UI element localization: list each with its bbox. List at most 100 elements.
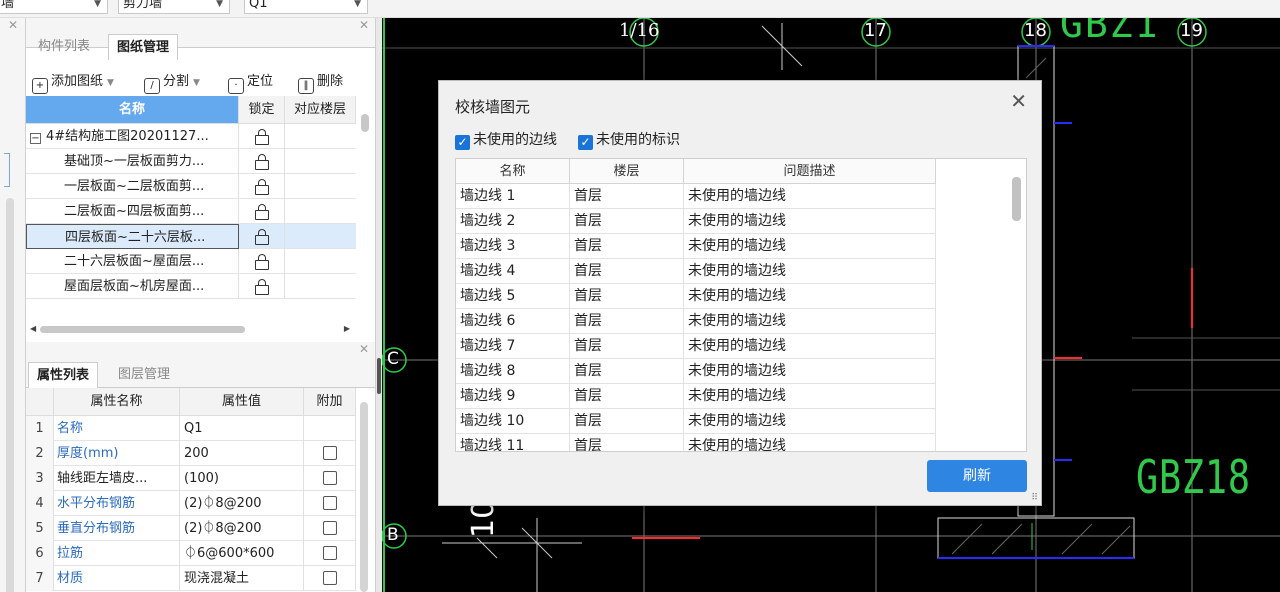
property-row[interactable]: 4 水平分布钢筋 (2)⏀8@200 [26,491,356,516]
delete-button[interactable]: ‖ 删除 [298,71,343,94]
issue-floor: 首层 [570,334,684,359]
issue-row[interactable]: 墙边线 2 首层 未使用的墙边线 [456,209,936,234]
floor-cell[interactable] [285,149,356,174]
close-icon[interactable]: ✕ [1010,91,1027,111]
drawing-row[interactable]: 屋面层板面~机房屋面... [26,274,356,299]
issue-row[interactable]: 墙边线 9 首层 未使用的墙边线 [456,384,936,409]
property-row[interactable]: 7 材质 现浇混凝土 [26,566,356,591]
vertical-scrollbar[interactable] [360,402,368,592]
issue-row[interactable]: 墙边线 8 首层 未使用的墙边线 [456,359,936,384]
scrollbar-thumb[interactable] [40,326,245,333]
scroll-right-icon[interactable]: ▶ [344,324,350,333]
axis-label-1-16: 1/16 [619,20,660,41]
issue-floor: 首层 [570,234,684,259]
column-header-floor[interactable]: 楼层 [570,159,684,184]
close-icon[interactable]: ✕ [359,342,369,356]
property-value[interactable]: ⏀6@600*600 [180,541,304,566]
property-row[interactable]: 1 名称 Q1 [26,416,356,441]
issue-row[interactable]: 墙边线 7 首层 未使用的墙边线 [456,334,936,359]
unused-edge-checkbox[interactable]: ✓ 未使用的边线 [455,131,557,150]
property-value[interactable]: (100) [180,466,304,491]
issue-row[interactable]: 墙边线 1 首层 未使用的墙边线 [456,184,936,209]
drawing-row[interactable]: 一层板面~二层板面剪... [26,174,356,199]
row-number: 7 [26,566,54,591]
property-value[interactable]: (2)⏀8@200 [180,516,304,541]
type-select[interactable]: 剪力墙 ▼ [118,0,230,14]
floor-cell[interactable] [285,224,356,249]
chevron-down-icon: ▼ [216,0,223,9]
extra-checkbox[interactable] [322,496,337,510]
lock-cell[interactable] [239,224,285,249]
issue-description: 未使用的墙边线 [684,434,936,451]
vertical-scrollbar[interactable] [6,198,14,592]
add-drawing-button[interactable]: + 添加图纸 ▼ [32,71,114,94]
property-row[interactable]: 2 厚度(mm) 200 [26,441,356,466]
extra-checkbox[interactable] [322,446,337,460]
tab-property-list[interactable]: 属性列表 [28,362,99,388]
drawing-row[interactable]: −4#结构施工图20201127... [26,124,356,149]
lock-icon [254,129,269,145]
issue-row[interactable]: 墙边线 11 首层 未使用的墙边线 [456,434,936,451]
splitter-grip[interactable] [377,358,381,394]
tab-drawing-management[interactable]: 图纸管理 [108,34,179,60]
extra-checkbox[interactable] [322,546,337,560]
property-value[interactable]: 200 [180,441,304,466]
property-value[interactable]: 现浇混凝土 [180,566,304,591]
floor-cell[interactable] [285,274,356,299]
scroll-left-icon[interactable]: ◀ [30,324,36,333]
extra-checkbox[interactable] [322,471,337,485]
close-icon[interactable]: ✕ [359,18,369,32]
drawing-row[interactable]: 二层板面~四层板面剪... [26,199,356,224]
property-row[interactable]: 6 拉筋 ⏀6@600*600 [26,541,356,566]
lock-cell[interactable] [239,274,285,299]
property-row[interactable]: 5 垂直分布钢筋 (2)⏀8@200 [26,516,356,541]
lock-cell[interactable] [239,199,285,224]
refresh-button[interactable]: 刷新 [927,460,1027,492]
column-header-floor[interactable]: 对应楼层 [285,96,356,124]
column-header-name[interactable]: 名称 [26,96,239,124]
extra-cell [304,441,356,466]
tab-component-list[interactable]: 构件列表 [30,34,98,60]
floor-cell[interactable] [285,199,356,224]
tab-layer-management[interactable]: 图层管理 [110,362,178,388]
checkbox-checked-icon: ✓ [578,135,593,150]
resize-grip-icon[interactable]: ⠿ [1031,493,1038,503]
lock-cell[interactable] [239,249,285,274]
category-select[interactable]: 墙 ▼ [0,0,108,14]
drawing-row-selected[interactable]: 四层板面~二十六层板... [26,224,356,249]
floor-cell[interactable] [285,249,356,274]
drawing-row[interactable]: 二十六层板面~屋面层... [26,249,356,274]
vertical-scrollbar[interactable] [361,114,369,132]
horizontal-scrollbar[interactable]: ◀ ▶ [30,322,350,336]
locate-button[interactable]: · 定位 [228,71,273,94]
column-header-description[interactable]: 问题描述 [684,159,936,184]
split-button[interactable]: / 分割 ▼ [144,71,200,94]
drawing-management-panel: 构件列表 图纸管理 ✕ + 添加图纸 ▼ / 分割 ▼ · 定位 ‖ 删除 名称 锁定 对应… [26,18,376,342]
lock-cell[interactable] [239,174,285,199]
close-icon[interactable]: ✕ [8,18,18,32]
column-header-name[interactable]: 名称 [456,159,570,184]
lock-cell[interactable] [239,149,285,174]
issue-row[interactable]: 墙边线 6 首层 未使用的墙边线 [456,309,936,334]
issue-description: 未使用的墙边线 [684,234,936,259]
vertical-scrollbar[interactable] [1012,177,1021,221]
floor-cell[interactable] [285,124,356,149]
extra-checkbox[interactable] [322,521,337,535]
issue-row[interactable]: 墙边线 3 首层 未使用的墙边线 [456,234,936,259]
property-value[interactable]: Q1 [180,416,304,441]
column-header-lock[interactable]: 锁定 [239,96,285,124]
lock-cell[interactable] [239,124,285,149]
property-row[interactable]: 3 轴线距左墙皮... (100) [26,466,356,491]
issue-row[interactable]: 墙边线 10 首层 未使用的墙边线 [456,409,936,434]
floor-cell[interactable] [285,174,356,199]
extra-checkbox[interactable] [322,571,337,585]
issue-description: 未使用的墙边线 [684,184,936,209]
component-select[interactable]: Q1 ▼ [244,0,368,14]
drawing-row[interactable]: 基础顶~一层板面剪力... [26,149,356,174]
collapse-icon[interactable]: − [30,133,41,144]
issue-row[interactable]: 墙边线 4 首层 未使用的墙边线 [456,259,936,284]
wall-label-top: GBZ1 [1060,18,1160,46]
unused-mark-checkbox[interactable]: ✓ 未使用的标识 [578,131,680,150]
issue-row[interactable]: 墙边线 5 首层 未使用的墙边线 [456,284,936,309]
property-value[interactable]: (2)⏀8@200 [180,491,304,516]
